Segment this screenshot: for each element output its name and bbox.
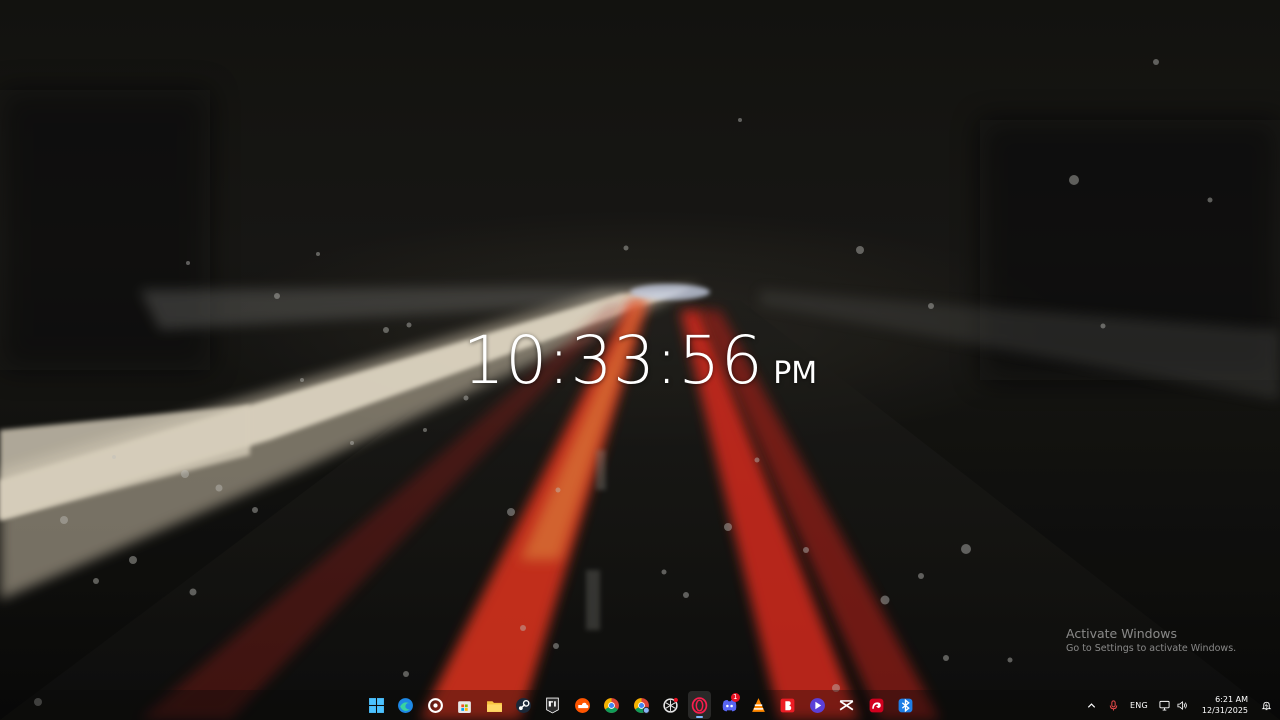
- steam-icon: [516, 697, 531, 713]
- chrome-icon: [604, 697, 620, 713]
- show-hidden-icons-button[interactable]: [1080, 690, 1102, 720]
- taskbar: 1 ENG 6:21 AM 12/31/2025: [0, 690, 1280, 720]
- clock-time: 10:33:56: [462, 322, 764, 399]
- network-icon: [1159, 700, 1170, 711]
- steam-taskbar-button[interactable]: [512, 691, 535, 719]
- vlc-taskbar-button[interactable]: [747, 691, 770, 719]
- activation-watermark: Activate Windows Go to Settings to activ…: [1066, 626, 1236, 654]
- rog-icon: [869, 698, 884, 712]
- microsoft-store-taskbar-button[interactable]: [453, 691, 476, 719]
- input-language-button[interactable]: ENG: [1124, 690, 1156, 720]
- system-tray: ENG 6:21 AM 12/31/2025: [1080, 690, 1280, 720]
- media-player-taskbar-button[interactable]: [806, 691, 829, 719]
- network-button[interactable]: [1156, 690, 1174, 720]
- soundcloud-icon: [574, 697, 590, 713]
- opera-gx-icon: [692, 696, 708, 714]
- edge-taskbar-button[interactable]: [394, 691, 417, 719]
- chrome-taskbar-button[interactable]: [600, 691, 623, 719]
- vlc-icon: [752, 697, 765, 712]
- media-player-icon: [809, 697, 825, 713]
- discord-taskbar-button[interactable]: 1: [718, 691, 741, 719]
- bluetooth-app-icon: [898, 698, 913, 712]
- chatgpt-icon: [663, 697, 678, 713]
- chevron-up-icon: [1087, 702, 1095, 708]
- notification-center-button[interactable]: [1256, 690, 1276, 720]
- capcut-taskbar-button[interactable]: [835, 691, 858, 719]
- chatgpt-taskbar-button[interactable]: [659, 691, 682, 719]
- soundcloud-taskbar-button[interactable]: [571, 691, 594, 719]
- volume-button[interactable]: [1174, 690, 1192, 720]
- desktop[interactable]: 10:33:56 PM Activate Windows Go to Settin…: [0, 0, 1280, 720]
- clock-ampm: PM: [773, 356, 818, 391]
- epic-games-icon: [546, 697, 560, 713]
- windows-logo-icon: [369, 697, 384, 713]
- bluetooth-app-taskbar-button[interactable]: [894, 691, 917, 719]
- chrome-icon: [633, 697, 650, 714]
- clock-button[interactable]: 6:21 AM 12/31/2025: [1202, 694, 1248, 716]
- bell-icon: [1261, 701, 1271, 710]
- clock-widget: 10:33:56 PM: [0, 322, 1280, 399]
- start-button[interactable]: [365, 691, 388, 719]
- opera-gx-taskbar-button[interactable]: [688, 691, 712, 719]
- taskbar-date: 12/31/2025: [1201, 706, 1248, 715]
- steelseries-icon: [427, 697, 443, 713]
- file-explorer-taskbar-button[interactable]: [483, 691, 506, 719]
- bitdefender-taskbar-button[interactable]: [776, 691, 799, 719]
- capcut-icon: [839, 699, 854, 710]
- activation-watermark-title: Activate Windows: [1066, 626, 1177, 641]
- discord-notification-badge: 1: [730, 693, 740, 702]
- speaker-icon: [1177, 700, 1188, 710]
- microphone-icon: [1109, 699, 1117, 711]
- bitdefender-icon: [781, 698, 795, 712]
- chrome-profile-taskbar-button[interactable]: [630, 691, 653, 719]
- edge-icon: [398, 697, 414, 713]
- file-explorer-icon: [486, 700, 502, 712]
- input-language-label: ENG: [1130, 700, 1148, 710]
- activation-watermark-subtitle: Go to Settings to activate Windows.: [1066, 643, 1237, 654]
- rog-taskbar-button[interactable]: [865, 691, 888, 719]
- microphone-button[interactable]: [1102, 690, 1124, 720]
- taskbar-apps: 1: [365, 690, 923, 720]
- steelseries-taskbar-button[interactable]: [424, 691, 447, 719]
- epic-games-taskbar-button[interactable]: [541, 691, 564, 719]
- taskbar-time: 6:21 AM: [1215, 695, 1248, 704]
- microsoft-store-icon: [458, 700, 472, 713]
